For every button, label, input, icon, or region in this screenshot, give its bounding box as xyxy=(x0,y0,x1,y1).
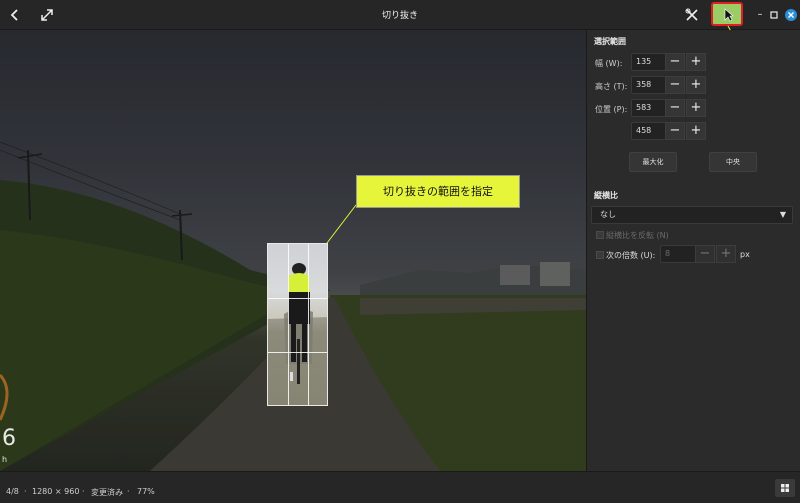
modified-status: 変更済み xyxy=(91,488,123,497)
window-title: 切り抜き xyxy=(381,11,418,21)
multiple-checkbox[interactable] xyxy=(596,251,604,259)
maximize-icon[interactable] xyxy=(765,6,783,24)
separator: · xyxy=(127,487,130,496)
aspect-ratio-value: なし xyxy=(600,210,616,219)
selection-section-title: 選択範囲 xyxy=(594,37,626,46)
center-selection-button[interactable]: 中央 xyxy=(709,152,757,172)
chevron-down-icon: ▼ xyxy=(779,210,786,219)
position-x-decrement-button[interactable]: − xyxy=(665,99,685,117)
multiple-label: 次の倍数 (U): xyxy=(606,251,656,260)
height-decrement-button[interactable]: − xyxy=(665,76,685,94)
invert-aspect-checkbox[interactable] xyxy=(596,231,604,239)
aspect-ratio-select[interactable]: なし ▼ xyxy=(591,206,793,224)
image-resolution: 1280 × 960 xyxy=(32,487,80,496)
maximize-selection-button[interactable]: 最大化 xyxy=(629,152,677,172)
status-bar: 4/8 · 1280 × 960 · 変更済み · 77% xyxy=(0,471,800,503)
separator: · xyxy=(24,487,27,496)
multiple-input[interactable]: 8 xyxy=(660,245,698,263)
height-increment-button[interactable]: + xyxy=(686,76,706,94)
position-label: 位置 (P): xyxy=(595,105,628,114)
fullscreen-icon[interactable] xyxy=(38,6,56,24)
cyclist-image xyxy=(268,263,327,405)
width-label: 幅 (W): xyxy=(595,59,623,68)
separator: · xyxy=(82,487,85,496)
position-y-increment-button[interactable]: + xyxy=(686,122,706,140)
grid-icon xyxy=(781,484,789,492)
photo-speed-digit: 6 xyxy=(2,426,16,451)
image-index: 4/8 xyxy=(6,487,19,496)
width-increment-button[interactable]: + xyxy=(686,53,706,71)
multiple-increment-button[interactable]: + xyxy=(716,245,736,263)
crop-grid-line xyxy=(288,244,289,405)
invert-aspect-label: 縦横比を反転 (N) xyxy=(606,231,669,240)
confirm-button[interactable] xyxy=(711,2,743,26)
grid-view-button[interactable] xyxy=(775,479,795,497)
crop-grid-line xyxy=(268,352,327,353)
crop-grid-line xyxy=(308,244,309,405)
crop-grid-line xyxy=(268,298,327,299)
title-bar: 切り抜き – xyxy=(0,0,800,30)
crop-selection[interactable] xyxy=(267,243,328,406)
photo-speed-unit: h xyxy=(2,455,8,464)
annotation-crop-range: 切り抜きの範囲を指定 xyxy=(356,175,520,208)
zoom-level: 77% xyxy=(137,487,155,496)
back-icon[interactable] xyxy=(6,6,24,24)
height-label: 高さ (T): xyxy=(595,82,628,91)
position-y-decrement-button[interactable]: − xyxy=(665,122,685,140)
image-canvas[interactable]: 6 h xyxy=(0,30,586,471)
unit-label: px xyxy=(740,250,750,259)
crop-settings-panel: 選択範囲 幅 (W): 135 − + 高さ (T): 358 − + 位置 (… xyxy=(586,30,800,471)
width-decrement-button[interactable]: − xyxy=(665,53,685,71)
aspect-section-title: 縦横比 xyxy=(594,191,618,200)
tools-icon[interactable] xyxy=(683,6,701,24)
cursor-icon xyxy=(724,8,734,22)
multiple-decrement-button[interactable]: − xyxy=(695,245,715,263)
position-x-increment-button[interactable]: + xyxy=(686,99,706,117)
close-icon[interactable] xyxy=(782,6,800,24)
